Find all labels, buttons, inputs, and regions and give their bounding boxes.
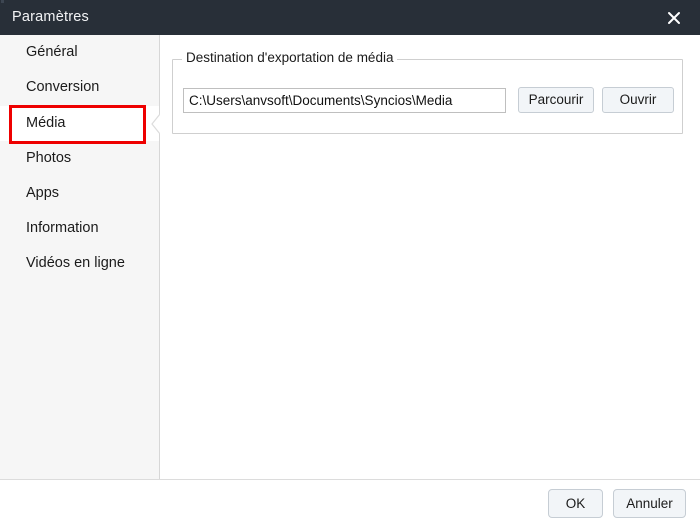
sidebar-item-label: Média [26,115,66,132]
sidebar-item-conversion[interactable]: Conversion [0,70,159,105]
sidebar-item-label: Conversion [26,79,100,96]
sidebar-item-label: Vidéos en ligne [26,255,125,272]
dialog-footer: OK Annuler [0,479,700,530]
content-panel: Destination d'exportation de média Parco… [160,35,700,479]
export-path-input[interactable] [183,88,506,113]
window-title: Paramètres [12,9,89,26]
media-export-groupbox: Destination d'exportation de média Parco… [172,51,683,134]
settings-dialog: Paramètres Général Conversion Média Phot… [0,0,700,530]
groupbox-title: Destination d'exportation de média [182,51,398,65]
sidebar-item-label: Général [26,44,78,61]
sidebar-item-general[interactable]: Général [0,35,159,70]
sidebar-item-photos[interactable]: Photos [0,141,159,176]
browse-button[interactable]: Parcourir [518,87,594,113]
ok-button[interactable]: OK [548,489,603,518]
sidebar: Général Conversion Média Photos Apps Inf… [0,35,160,479]
sidebar-item-label: Apps [26,185,60,202]
sidebar-item-apps[interactable]: Apps [0,176,159,211]
sidebar-item-videos-en-ligne[interactable]: Vidéos en ligne [0,246,159,281]
sidebar-item-media[interactable]: Média [0,106,159,141]
sidebar-item-information[interactable]: Information [0,211,159,246]
sidebar-item-label: Information [26,220,99,237]
open-button[interactable]: Ouvrir [602,87,674,113]
cancel-button[interactable]: Annuler [613,489,686,518]
window-corner-marker [1,0,4,3]
title-bar: Paramètres [0,0,700,35]
sidebar-item-label: Photos [26,150,72,167]
close-icon[interactable] [654,0,694,35]
